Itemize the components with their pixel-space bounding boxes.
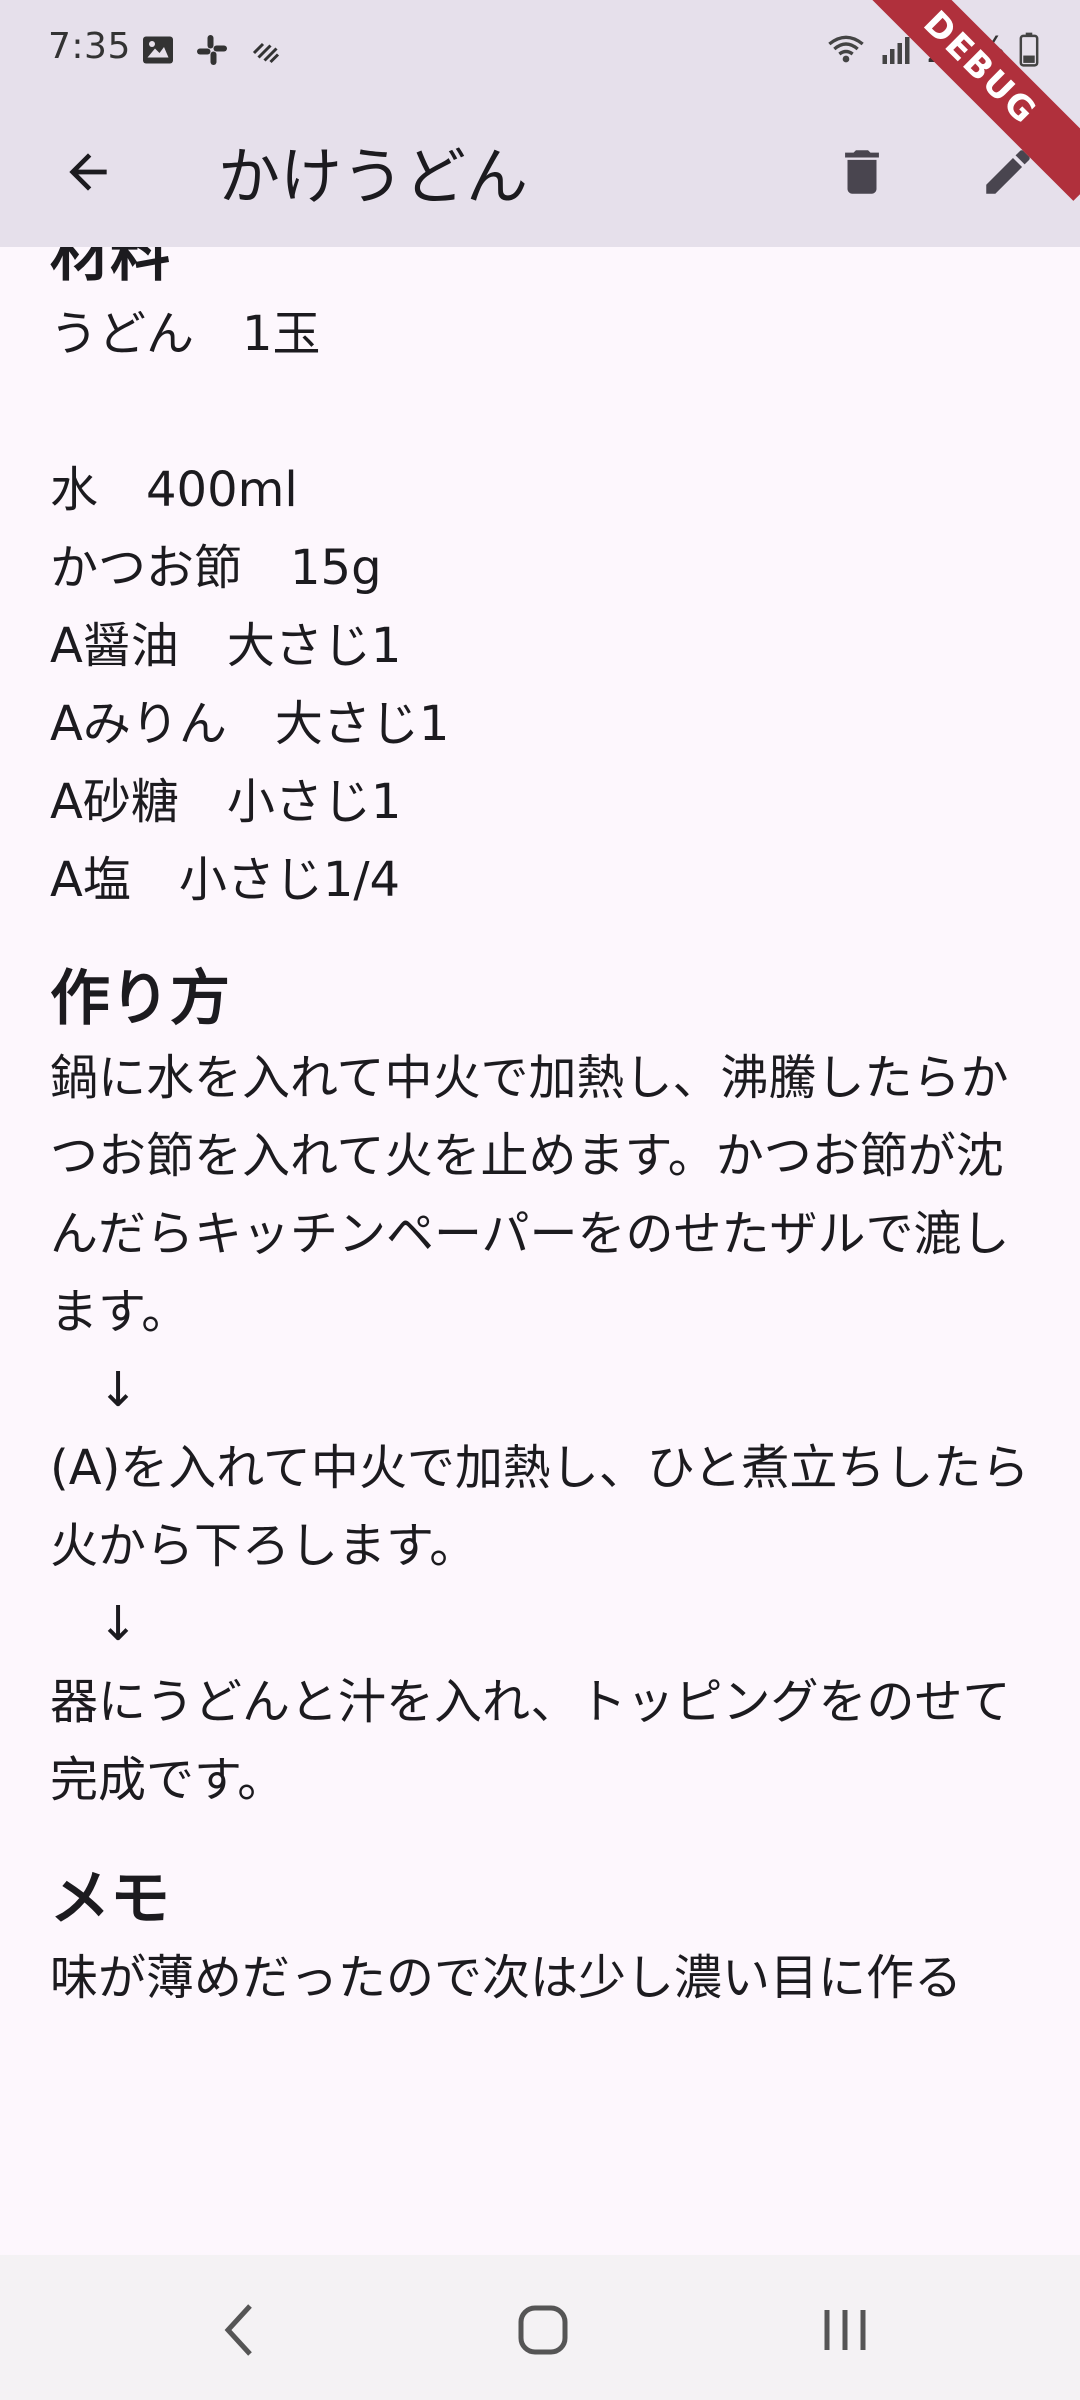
nav-home-icon (518, 2305, 568, 2355)
signal-alt-icon (248, 32, 284, 68)
nav-home-button[interactable] (508, 2295, 578, 2365)
delete-button[interactable] (822, 132, 902, 212)
nav-back-button[interactable] (205, 2295, 275, 2365)
nav-back-icon (224, 2304, 252, 2356)
screen: 7:35 22% (0, 0, 1080, 2400)
memo-section: メモ 味が薄めだったので次は少し濃い目に作る (50, 1859, 1030, 2017)
status-time: 7:35 (48, 26, 131, 67)
wifi-icon (826, 31, 866, 71)
steps-heading: 作り方 (50, 964, 230, 1034)
slack-icon (194, 32, 230, 68)
page-title: かけうどん (218, 140, 529, 213)
battery-icon (1018, 31, 1040, 71)
memo-text: 味が薄めだったので次は少し濃い目に作る (50, 1950, 963, 2006)
trash-icon (845, 150, 879, 194)
steps-section: 作り方 鍋に水を入れて中火で加熱し、沸騰したらかつお節を入れて火を止めます。かつ… (50, 959, 1030, 1819)
nav-recents-icon (824, 2310, 866, 2350)
app-bar: かけうどん (0, 100, 1080, 247)
gallery-icon (140, 32, 176, 68)
ingredients-section: 材料 うどん 1玉 水 400ml かつお節 15g A醤油 大さじ1 Aみりん… (50, 215, 1030, 919)
recipe-content[interactable]: 材料 うどん 1玉 水 400ml かつお節 15g A醤油 大さじ1 Aみりん… (0, 215, 1080, 2255)
memo-heading: メモ (50, 1864, 170, 1934)
steps-text: 鍋に水を入れて中火で加熱し、沸騰したらかつお節を入れて火を止めます。かつお節が沈… (50, 1050, 1030, 1808)
notification-icons (140, 32, 284, 68)
system-nav-bar (0, 2255, 1080, 2400)
ingredients-text: うどん 1玉 水 400ml かつお節 15g A醤油 大さじ1 Aみりん 大さ… (50, 306, 450, 908)
arrow-back-icon (69, 153, 107, 191)
nav-recents-button[interactable] (810, 2295, 880, 2365)
back-button[interactable] (48, 132, 128, 212)
